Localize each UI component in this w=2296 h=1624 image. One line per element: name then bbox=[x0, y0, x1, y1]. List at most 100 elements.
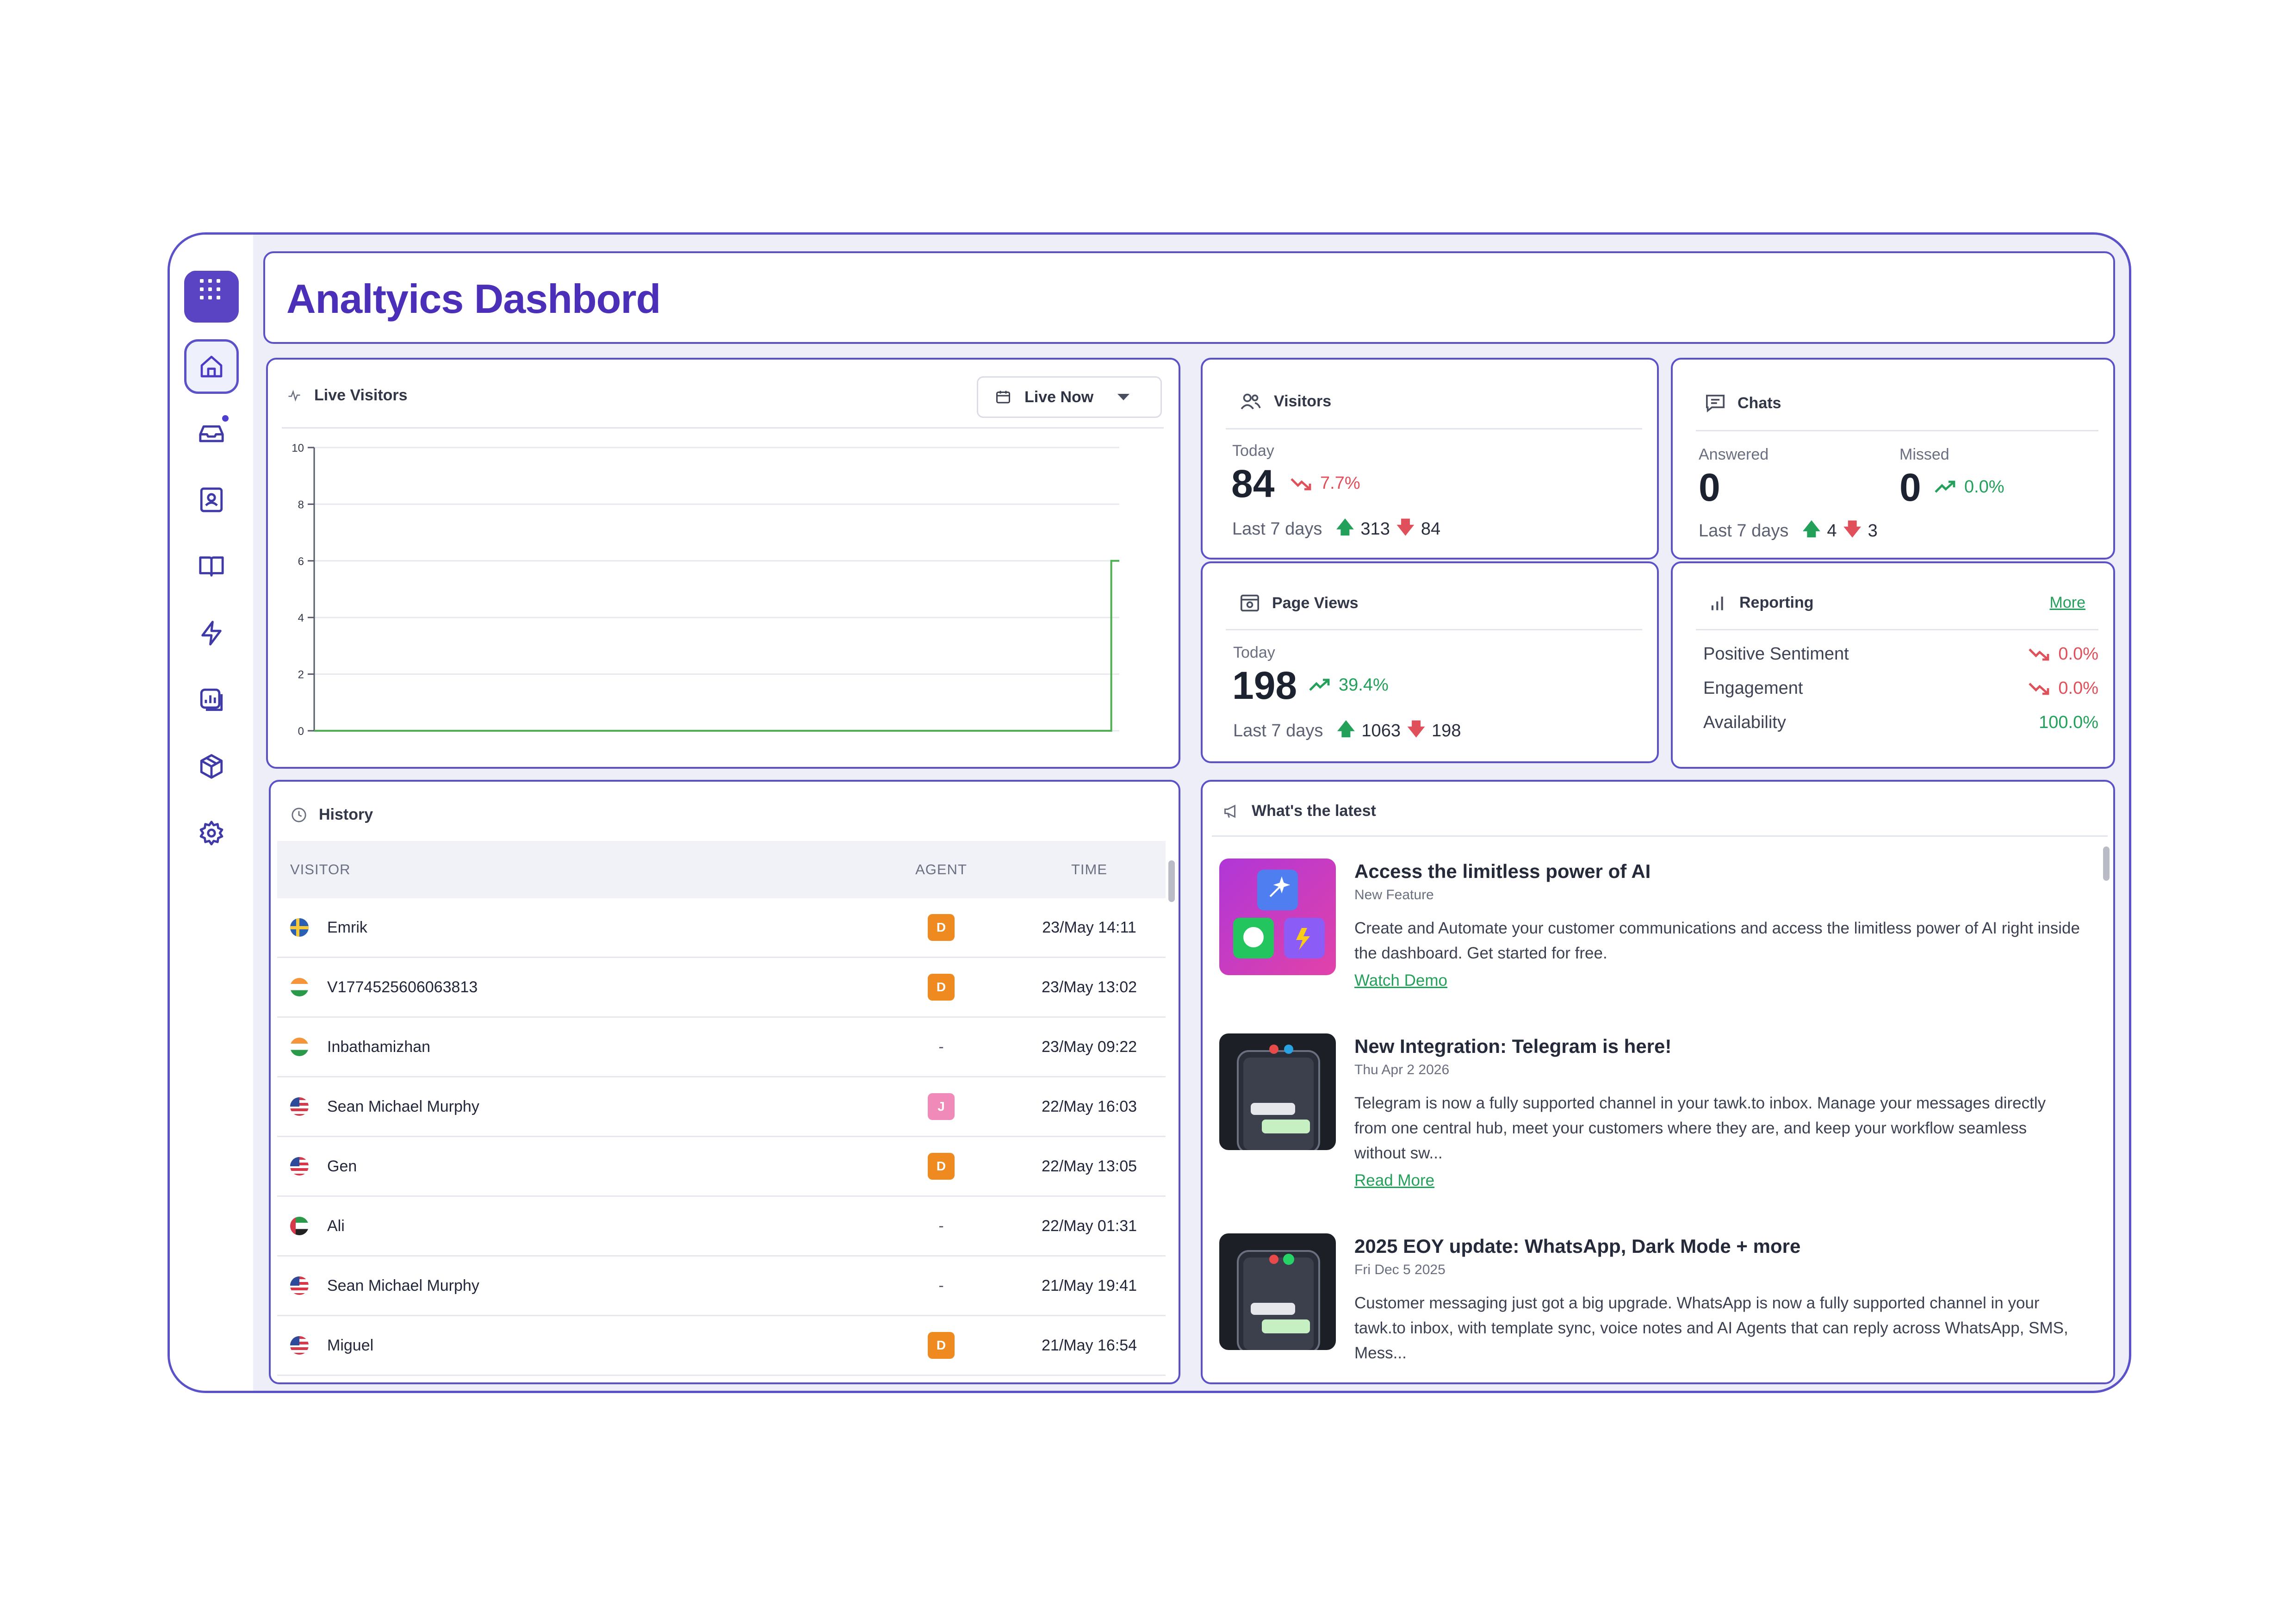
arrow-down-icon: 🡇 bbox=[1407, 720, 1426, 739]
trend-down-icon bbox=[2029, 683, 2049, 695]
reporting-more-link[interactable]: More bbox=[2050, 594, 2085, 612]
page-views-last7: Last 7 days 🡅 1063 🡇 198 bbox=[1233, 716, 1461, 746]
column-header-visitor[interactable]: VISITOR bbox=[277, 861, 869, 878]
visitor-name: Ali bbox=[327, 1217, 345, 1235]
table-row[interactable]: Ali - 22/May 01:31 bbox=[277, 1197, 1166, 1257]
page-views-change: 39.4% bbox=[1309, 675, 1389, 695]
nav-contacts[interactable] bbox=[184, 473, 239, 527]
users-icon bbox=[1241, 393, 1261, 410]
arrow-up-icon: 🡅 bbox=[1802, 520, 1821, 539]
arrow-down-icon: 🡇 bbox=[1843, 520, 1862, 539]
table-row[interactable]: Gen D 22/May 13:05 bbox=[277, 1137, 1166, 1197]
browser-icon bbox=[1241, 594, 1259, 612]
agent-none: - bbox=[938, 1038, 944, 1056]
column-header-agent[interactable]: AGENT bbox=[869, 861, 1013, 878]
nav-knowledge-base[interactable] bbox=[184, 539, 239, 594]
table-row[interactable]: Sean Michael Murphy - 21/May 19:41 bbox=[277, 1257, 1166, 1316]
visitor-name: Sean Michael Murphy bbox=[327, 1276, 479, 1294]
visitor-name: Emrik bbox=[327, 918, 367, 936]
latest-header: What's the latest bbox=[1223, 802, 1376, 820]
last7-down-value: 84 bbox=[1421, 519, 1441, 539]
reporting-title: Reporting bbox=[1739, 594, 1814, 611]
reporting-row: Engagement 0.0% bbox=[1703, 674, 2098, 702]
last7-label: Last 7 days bbox=[1233, 721, 1323, 740]
y-tick-label: 2 bbox=[298, 669, 304, 681]
nav-reports[interactable] bbox=[184, 672, 239, 727]
table-row[interactable]: Inbathamizhan - 23/May 09:22 bbox=[277, 1018, 1166, 1077]
chats-last7: Last 7 days 🡅 4 🡇 3 bbox=[1699, 516, 1878, 546]
agent-cell: D bbox=[869, 974, 1013, 1001]
agent-cell: D bbox=[869, 1153, 1013, 1180]
clock-icon bbox=[292, 807, 306, 822]
history-title: History bbox=[319, 806, 373, 823]
agent-avatar: D bbox=[928, 1153, 955, 1180]
page-views-today-label: Today bbox=[1233, 644, 1275, 661]
latest-card: What's the latest Access the limitless p… bbox=[1201, 780, 2115, 1384]
notification-dot bbox=[220, 413, 230, 423]
page-views-title: Page Views bbox=[1272, 594, 1359, 612]
page-title: Analtyics Dashbord bbox=[286, 276, 661, 322]
news-title[interactable]: New Integration: Telegram is here! bbox=[1354, 1035, 1671, 1058]
nav-settings[interactable] bbox=[184, 806, 239, 860]
reporting-row-value: 100.0% bbox=[2039, 712, 2098, 732]
home-icon bbox=[200, 355, 223, 378]
trend-down-icon bbox=[2029, 648, 2049, 661]
news-thumbnail[interactable] bbox=[1219, 859, 1336, 975]
visitors-change: 7.7% bbox=[1291, 473, 1360, 493]
news-title[interactable]: Access the limitless power of AI bbox=[1354, 860, 1651, 883]
news-body: Customer messaging just got a big upgrad… bbox=[1354, 1294, 2068, 1362]
whatsapp-phone-icon bbox=[1237, 1250, 1320, 1350]
agent-cell: D bbox=[869, 914, 1013, 941]
activity-icon bbox=[288, 389, 300, 402]
table-row[interactable]: V1774525606063813 D 23/May 13:02 bbox=[277, 958, 1166, 1018]
agent-avatar: D bbox=[928, 1332, 955, 1359]
trend-up-icon bbox=[1935, 480, 1955, 493]
arrow-down-icon: 🡇 bbox=[1396, 518, 1415, 537]
reporting-row-label: Engagement bbox=[1703, 678, 1803, 698]
y-tick-label: 10 bbox=[292, 442, 304, 454]
reporting-row: Availability 100.0% bbox=[1703, 709, 2098, 736]
divider bbox=[1696, 629, 2098, 630]
page-views-card: Page Views Today 198 39.4% Last 7 days 🡅… bbox=[1201, 561, 1659, 763]
nav-add-ons[interactable] bbox=[184, 739, 239, 794]
last7-up-value: 4 bbox=[1827, 521, 1837, 541]
live-now-dropdown[interactable]: Live Now bbox=[977, 376, 1162, 418]
nav-inbox[interactable] bbox=[184, 406, 239, 460]
visitor-cell: Gen bbox=[277, 1157, 869, 1176]
missed-value: 0 bbox=[1899, 466, 1921, 509]
agent-cell: D bbox=[869, 1332, 1013, 1359]
table-row[interactable]: Emrik D 23/May 14:11 bbox=[277, 898, 1166, 958]
page-views-change-value: 39.4% bbox=[1339, 675, 1389, 695]
history-scrollbar[interactable] bbox=[1168, 860, 1175, 902]
last7-label: Last 7 days bbox=[1699, 521, 1789, 541]
visitor-name: Miguel bbox=[327, 1336, 374, 1354]
table-row[interactable]: Miguel D 21/May 16:54 bbox=[277, 1316, 1166, 1376]
table-row[interactable]: Sean Michael Murphy J 22/May 16:03 bbox=[277, 1077, 1166, 1137]
watch-demo-link[interactable]: Watch Demo bbox=[1354, 971, 1447, 990]
news-thumbnail[interactable] bbox=[1219, 1033, 1336, 1150]
automation-icon bbox=[201, 621, 222, 646]
visitor-name: Inbathamizhan bbox=[327, 1038, 431, 1056]
reporting-row-value-wrap: 0.0% bbox=[2029, 678, 2098, 698]
last7-label: Last 7 days bbox=[1232, 519, 1322, 539]
column-header-time[interactable]: TIME bbox=[1013, 861, 1166, 878]
chats-title: Chats bbox=[1738, 394, 1781, 412]
latest-scrollbar[interactable] bbox=[2103, 846, 2110, 881]
page-header: Analtyics Dashbord bbox=[263, 251, 2115, 344]
app-logo[interactable] bbox=[184, 271, 239, 323]
chat-logo-icon bbox=[189, 271, 234, 319]
live-visitors-title: Live Visitors bbox=[314, 386, 408, 404]
news-title[interactable]: 2025 EOY update: WhatsApp, Dark Mode + m… bbox=[1354, 1235, 1800, 1257]
news-thumbnail[interactable] bbox=[1219, 1233, 1336, 1350]
time-cell: 23/May 13:02 bbox=[1041, 978, 1137, 996]
reporting-row-value-wrap: 0.0% bbox=[2029, 644, 2098, 664]
nav-home[interactable] bbox=[184, 339, 239, 394]
read-more-link[interactable]: Read More bbox=[1354, 1171, 1434, 1190]
reporting-row: Positive Sentiment 0.0% bbox=[1703, 640, 2098, 668]
nav-automation[interactable] bbox=[184, 606, 239, 660]
ai-feature-icon bbox=[1233, 870, 1325, 958]
reporting-row-value: 0.0% bbox=[2058, 678, 2098, 698]
reporting-header: Reporting bbox=[1709, 594, 1814, 612]
reporting-row-value-wrap: 100.0% bbox=[2039, 713, 2098, 733]
news-subtitle: Thu Apr 2 2026 bbox=[1354, 1062, 1450, 1077]
